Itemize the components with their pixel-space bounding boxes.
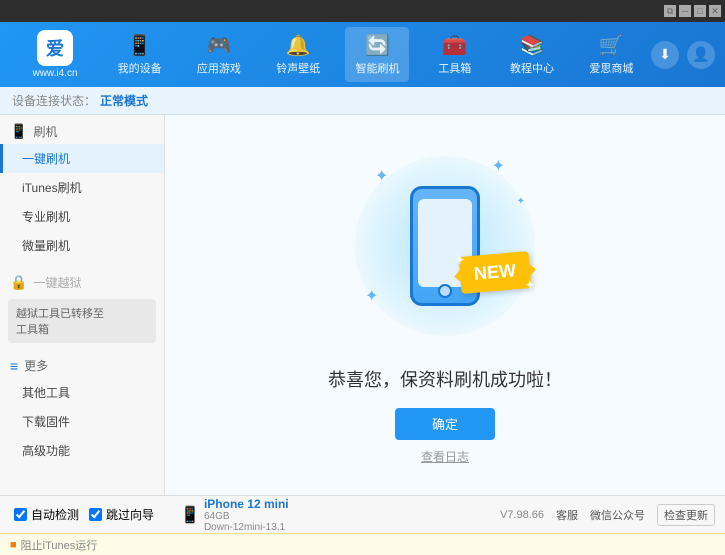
new-ribbon: ✦ NEW ✦ xyxy=(459,251,532,294)
bottom-right: V7.98.66 客服 微信公众号 检查更新 xyxy=(500,504,715,526)
nav-mall[interactable]: 🛒 爱思商城 xyxy=(579,27,643,82)
sidebar-section-flash: 📱 刷机 xyxy=(0,115,164,144)
more-section-icon: ≡ xyxy=(10,358,18,374)
stop-itunes-label: 阻止iTunes运行 xyxy=(21,537,98,553)
new-star-right: ✦ xyxy=(525,277,536,292)
user-button[interactable]: 👤 xyxy=(687,41,715,69)
toolbox-label: 工具箱 xyxy=(438,60,471,76)
sidebar-item-other-tools[interactable]: 其他工具 xyxy=(0,378,164,407)
bottom-section: 自动检测 跳过向导 📱 iPhone 12 mini 64GB Down-12m… xyxy=(0,495,725,555)
skip-wizard-label: 跳过向导 xyxy=(106,506,154,523)
version-text: V7.98.66 xyxy=(500,509,544,521)
skip-wizard-input[interactable] xyxy=(89,508,102,521)
device-name: iPhone 12 mini xyxy=(204,497,289,511)
restore-button[interactable]: ⧉ xyxy=(664,5,676,17)
nav-ringtones[interactable]: 🔔 铃声壁纸 xyxy=(266,27,330,82)
toolbox-icon: 🧰 xyxy=(442,33,467,58)
status-bar: 设备连接状态： 正常模式 xyxy=(0,87,725,115)
tutorials-icon: 📚 xyxy=(520,33,545,58)
logo-subtitle: www.i4.cn xyxy=(32,68,77,79)
main-layout: 📱 刷机 一键刷机 iTunes刷机 专业刷机 微量刷机 🔒 一键越狱 越狱工具… xyxy=(0,115,725,495)
jailbreak-section-icon: 🔒 xyxy=(10,274,27,291)
apps-icon: 🎮 xyxy=(206,33,231,58)
itunes-bar[interactable]: ■ 阻止iTunes运行 xyxy=(0,533,725,555)
auto-detect-label: 自动检测 xyxy=(31,506,79,523)
confirm-button[interactable]: 确定 xyxy=(395,408,495,440)
auto-detect-checkbox[interactable]: 自动检测 xyxy=(14,506,79,523)
auto-detect-input[interactable] xyxy=(14,508,27,521)
phone-home-button xyxy=(438,284,452,298)
device-icon: 📱 xyxy=(180,505,200,525)
sidebar-item-itunes-flash[interactable]: iTunes刷机 xyxy=(0,173,164,202)
sparkle-1: ✦ xyxy=(375,166,388,186)
check-update-button[interactable]: 检查更新 xyxy=(657,504,715,526)
device-model: Down-12mini-13,1 xyxy=(204,522,289,533)
smart-flash-label: 智能刷机 xyxy=(355,60,399,76)
sidebar-item-pro-flash[interactable]: 专业刷机 xyxy=(0,202,164,231)
sidebar-item-onekey-flash[interactable]: 一键刷机 xyxy=(0,144,164,173)
jailbreak-note: 越狱工具已转移至工具箱 xyxy=(8,299,156,343)
nav-my-device[interactable]: 📱 我的设备 xyxy=(108,27,172,82)
sidebar-item-download-firmware[interactable]: 下载固件 xyxy=(0,407,164,436)
minimize-button[interactable]: ─ xyxy=(679,5,691,17)
log-link[interactable]: 查看日志 xyxy=(421,448,469,465)
download-button[interactable]: ⬇ xyxy=(651,41,679,69)
customer-service-link[interactable]: 客服 xyxy=(556,507,578,523)
header: 爱 www.i4.cn 📱 我的设备 🎮 应用游戏 🔔 铃声壁纸 🔄 智能刷机 … xyxy=(0,22,725,87)
smart-flash-icon: 🔄 xyxy=(365,33,390,58)
phone-illustration: ✦ ✦ ✦ ✦ ✦ NEW ✦ xyxy=(345,146,545,346)
skip-wizard-checkbox[interactable]: 跳过向导 xyxy=(89,506,154,523)
ringtones-label: 铃声壁纸 xyxy=(276,60,320,76)
ringtones-icon: 🔔 xyxy=(286,33,311,58)
success-text: 恭喜您，保资料刷机成功啦！ xyxy=(328,366,562,392)
bottom-checkboxes: 自动检测 跳过向导 xyxy=(14,506,164,523)
device-details: iPhone 12 mini 64GB Down-12mini-13,1 xyxy=(204,497,289,533)
tutorials-label: 教程中心 xyxy=(510,60,554,76)
my-device-label: 我的设备 xyxy=(118,60,162,76)
header-right: ⬇ 👤 xyxy=(651,41,715,69)
device-bar: 自动检测 跳过向导 📱 iPhone 12 mini 64GB Down-12m… xyxy=(0,495,725,533)
mall-icon: 🛒 xyxy=(599,33,624,58)
status-label: 设备连接状态： xyxy=(12,92,96,109)
jailbreak-section-title: 一键越狱 xyxy=(33,274,81,291)
mall-label: 爱思商城 xyxy=(589,60,633,76)
window-controls[interactable]: ⧉ ─ □ ✕ xyxy=(661,5,721,17)
sidebar: 📱 刷机 一键刷机 iTunes刷机 专业刷机 微量刷机 🔒 一键越狱 越狱工具… xyxy=(0,115,165,495)
maximize-button[interactable]: □ xyxy=(694,5,706,17)
device-info-area: 📱 iPhone 12 mini 64GB Down-12mini-13,1 xyxy=(180,497,289,533)
my-device-icon: 📱 xyxy=(127,33,152,58)
sparkle-2: ✦ xyxy=(492,156,505,176)
nav-bar: 📱 我的设备 🎮 应用游戏 🔔 铃声壁纸 🔄 智能刷机 🧰 工具箱 📚 教程中心… xyxy=(100,27,651,82)
sparkle-3: ✦ xyxy=(365,286,378,306)
device-storage: 64GB xyxy=(204,511,289,522)
sidebar-section-more: ≡ 更多 xyxy=(0,349,164,378)
flash-section-title: 刷机 xyxy=(33,123,57,140)
nav-smart-flash[interactable]: 🔄 智能刷机 xyxy=(345,27,409,82)
logo-icon: 爱 xyxy=(37,30,73,66)
nav-apps[interactable]: 🎮 应用游戏 xyxy=(187,27,251,82)
logo-area: 爱 www.i4.cn xyxy=(10,30,100,79)
nav-tutorials[interactable]: 📚 教程中心 xyxy=(500,27,564,82)
nav-toolbox[interactable]: 🧰 工具箱 xyxy=(425,27,485,82)
close-button[interactable]: ✕ xyxy=(709,5,721,17)
title-bar: ⧉ ─ □ ✕ xyxy=(0,0,725,22)
sidebar-item-micro-flash[interactable]: 微量刷机 xyxy=(0,231,164,260)
sparkle-4: ✦ xyxy=(517,196,525,207)
flash-section-icon: 📱 xyxy=(10,123,27,140)
status-value: 正常模式 xyxy=(100,92,148,109)
content-area: ✦ ✦ ✦ ✦ ✦ NEW ✦ 恭喜您，保资料刷机成功啦！ 确定 查看日志 xyxy=(165,115,725,495)
apps-label: 应用游戏 xyxy=(197,60,241,76)
sidebar-item-advanced[interactable]: 高级功能 xyxy=(0,436,164,465)
wechat-link[interactable]: 微信公众号 xyxy=(590,507,645,523)
stop-itunes-icon: ■ xyxy=(10,539,17,551)
more-section-title: 更多 xyxy=(24,357,48,374)
new-star-left: ✦ xyxy=(454,252,465,267)
sidebar-section-jailbreak: 🔒 一键越狱 xyxy=(0,266,164,295)
